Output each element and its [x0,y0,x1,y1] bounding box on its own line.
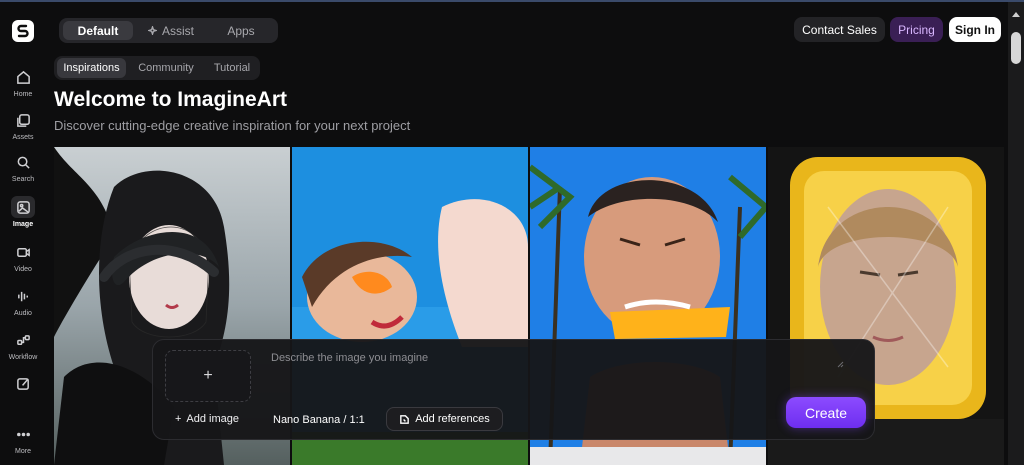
contact-sales-button[interactable]: Contact Sales [794,17,885,42]
add-image-button[interactable]: + Add image [163,408,251,430]
workflow-icon [16,334,30,345]
window-top-border [0,0,1024,2]
app-logo[interactable] [12,20,34,42]
more-icon [16,432,30,436]
search-icon [17,156,30,169]
reference-icon [400,414,410,424]
sign-in-button[interactable]: Sign In [949,17,1001,42]
scroll-thumb[interactable] [1011,32,1021,64]
sidebar-item-label: Workflow [8,354,38,361]
plus-icon: + [203,367,213,384]
assets-icon [16,113,30,127]
sidebar-item-video[interactable]: Video [3,241,43,273]
sidebar-item-label: Home [13,91,33,98]
mode-apps[interactable]: Apps [209,21,273,40]
sidebar-item-label: Audio [14,310,32,317]
tab-community[interactable]: Community [132,58,200,78]
add-references-button[interactable]: Add references [386,407,503,431]
prompt-panel: + + Add image Describe the image you ima… [152,339,875,440]
pricing-button[interactable]: Pricing [890,17,943,42]
mode-label: Assist [161,23,194,38]
sidebar: Home Assets Search Image Video Audio Wor… [0,2,46,465]
resize-handle-icon[interactable] [836,360,844,368]
sidebar-item-label: Video [14,266,32,273]
sidebar-item-assets[interactable]: Assets [3,109,43,141]
sidebar-item-search[interactable]: Search [3,151,43,183]
sidebar-item-home[interactable]: Home [3,66,43,98]
add-references-label: Add references [415,413,490,425]
sidebar-item-label: Image [12,221,34,228]
page-title: Welcome to ImagineArt [54,88,287,111]
sidebar-item-label: Search [11,176,35,183]
tab-tutorial[interactable]: Tutorial [206,58,258,78]
home-icon [16,70,30,84]
sparkle-icon [147,26,157,35]
page-subtitle: Discover cutting-edge creative inspirati… [54,118,411,133]
sidebar-item-workflow[interactable]: Workflow [3,329,43,361]
image-icon [16,200,30,214]
edit-icon [16,377,29,390]
add-image-label: Add image [186,413,240,425]
scroll-up-arrow-icon[interactable] [1012,12,1020,17]
scrollbar[interactable] [1008,2,1024,465]
sidebar-item-label: Assets [12,134,34,141]
mode-label: Default [77,23,119,38]
sidebar-item-more[interactable]: More [3,423,43,455]
mode-label: Apps [227,23,255,38]
plus-icon: + [174,413,182,425]
prompt-input[interactable]: Describe the image you imagine [271,352,428,364]
create-button[interactable]: Create [786,397,866,428]
sidebar-item-audio[interactable]: Audio [3,285,43,317]
mode-assist[interactable]: Assist [137,21,205,40]
sidebar-item-image[interactable]: Image [3,196,43,228]
audio-icon [17,291,28,301]
tab-inspirations[interactable]: Inspirations [57,58,126,78]
content-tabs: Inspirations Community Tutorial [54,56,260,80]
mode-default[interactable]: Default [63,21,133,40]
add-image-dropzone[interactable]: + [165,350,251,402]
sidebar-item-edit[interactable] [3,372,43,397]
logo-icon [17,24,29,38]
mode-switcher: Default Assist Apps [59,18,278,43]
sidebar-item-label: More [15,448,31,455]
model-selector[interactable]: Nano Banana / 1:1 [273,410,365,430]
video-icon [16,247,30,257]
